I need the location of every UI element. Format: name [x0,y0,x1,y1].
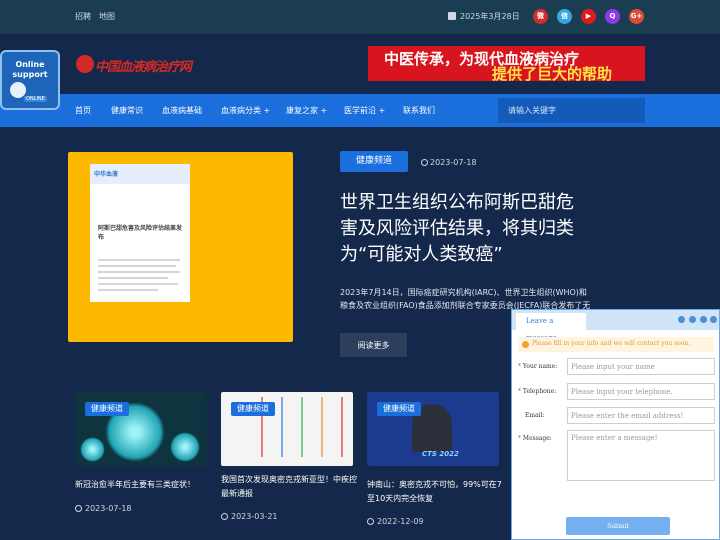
clock-icon [75,505,82,512]
card-title-1[interactable]: 新冠治愈半年后主要有三类症状！ [75,478,215,492]
banner-line-2: 提供了巨大的帮助 [492,65,613,83]
top-link-jobs[interactable]: 招聘 [75,11,91,22]
telephone-label: * Telephone: [518,388,556,395]
restore-icon[interactable] [689,316,696,323]
required-mark: * [518,435,521,442]
nav-contact[interactable]: 联系我们 [403,105,435,116]
doc-line [98,259,180,261]
email-input[interactable] [567,407,715,424]
notice-text: Please fill in your info and we will con… [532,340,691,347]
top-bar: 招聘 地图 2025年3月28日 微 信 ▶ Q G+ [0,0,720,34]
nav-health-knowledge[interactable]: 健康常识 [111,105,143,116]
gel-band [281,397,283,457]
logo-mark-icon[interactable] [76,55,94,73]
card-title-2[interactable]: 我国首次发现奥密克戎新亚型！中疾控最新通报 [221,473,361,501]
doc-title: 阿斯巴甜危害及风险评估结果发布 [98,225,183,241]
card-tag-1[interactable]: 健康频道 [85,402,129,416]
hero-title[interactable]: 世界卫生组织公布阿斯巴甜危害及风险评估结果，将其归类为“可能对人类致癌” [340,190,590,268]
telephone-label-text: Telephone: [522,388,557,395]
card-image-caption: CTS 2022 [422,450,459,458]
header-banner[interactable]: 中医传承，为现代血液病治疗 提供了巨大的帮助 [368,46,645,83]
minimize-icon[interactable] [678,316,685,323]
doc-line [98,265,176,267]
card-date-2: 2023-03-21 [231,512,278,521]
top-date: 2025年3月28日 [460,12,520,21]
nav-medical-frontier[interactable]: 医学前沿 + [344,105,385,116]
support-line-2: support [12,70,48,79]
gel-band [301,397,303,457]
settings-icon[interactable] [700,316,707,323]
hero-category-tag[interactable]: 健康频道 [340,151,408,172]
email-label: Email: [525,412,545,419]
calendar-icon [448,12,456,20]
close-icon[interactable] [710,316,717,323]
leave-message-tab[interactable]: Leave a message [516,313,586,342]
card-title-3[interactable]: 钟南山：奥密克戎不可怕，99%可在7至10天内完全恢复 [367,478,507,506]
doc-line [98,277,168,279]
info-icon [522,341,529,348]
gel-band [341,397,343,457]
card-tag-3[interactable]: 健康频道 [377,402,421,416]
nav-recovery[interactable]: 康复之家 + [286,105,327,116]
nav-home[interactable]: 首页 [75,105,91,116]
wechat-icon[interactable]: 信 [557,9,572,24]
doc-line [98,289,158,291]
name-input[interactable] [567,358,715,375]
nav-blood-basics[interactable]: 血液病基础 [162,105,202,116]
nav-blood-categories[interactable]: 血液病分类 + [221,105,270,116]
support-line-1: Online [15,60,45,69]
email-label-text: Email: [525,412,545,419]
weibo-icon[interactable]: 微 [533,9,548,24]
card-tag-2[interactable]: 健康频道 [231,402,275,416]
leave-message-notice: Please fill in your info and we will con… [518,337,714,352]
message-textarea[interactable] [567,430,715,481]
doc-line [98,271,180,273]
message-label: * Message: [518,435,552,442]
clock-icon [421,159,428,166]
hero-date: 2023-07-18 [430,158,477,167]
leave-message-panel: Leave a message Please fill in your info… [511,309,720,540]
qq-icon[interactable]: Q [605,9,620,24]
doc-line [98,283,178,285]
hero-image[interactable]: 中华血液 阿斯巴甜危害及风险评估结果发布 [68,152,293,342]
virus-shape [170,432,200,462]
hero-document: 中华血液 阿斯巴甜危害及风险评估结果发布 [90,164,190,302]
support-line-3: ONLINE [24,96,47,102]
search-input[interactable] [498,98,645,123]
gel-band [321,397,323,457]
google-plus-icon[interactable]: G+ [629,9,644,24]
name-label: * Your name: [518,363,557,370]
card-date-3: 2022-12-09 [377,517,424,526]
leave-message-header[interactable]: Leave a message [512,310,719,342]
required-mark: * [518,388,521,395]
card-date-1: 2023-07-18 [85,504,132,513]
online-support-widget[interactable]: Online support ONLINE [0,50,60,110]
read-more-button[interactable]: 阅读更多 [340,333,407,357]
message-label-text: Message: [522,435,552,442]
clock-icon [221,513,228,520]
submit-button[interactable]: Submit [566,517,670,535]
top-link-map[interactable]: 地图 [99,11,115,22]
youtube-icon[interactable]: ▶ [581,9,596,24]
name-label-text: Your name: [522,363,558,370]
clock-icon [367,518,374,525]
virus-shape [80,437,105,462]
doc-logo: 中华血液 [94,171,119,178]
site-logo[interactable]: 中国血液病治疗网 [95,56,192,75]
telephone-input[interactable] [567,383,715,400]
required-mark: * [518,363,521,370]
